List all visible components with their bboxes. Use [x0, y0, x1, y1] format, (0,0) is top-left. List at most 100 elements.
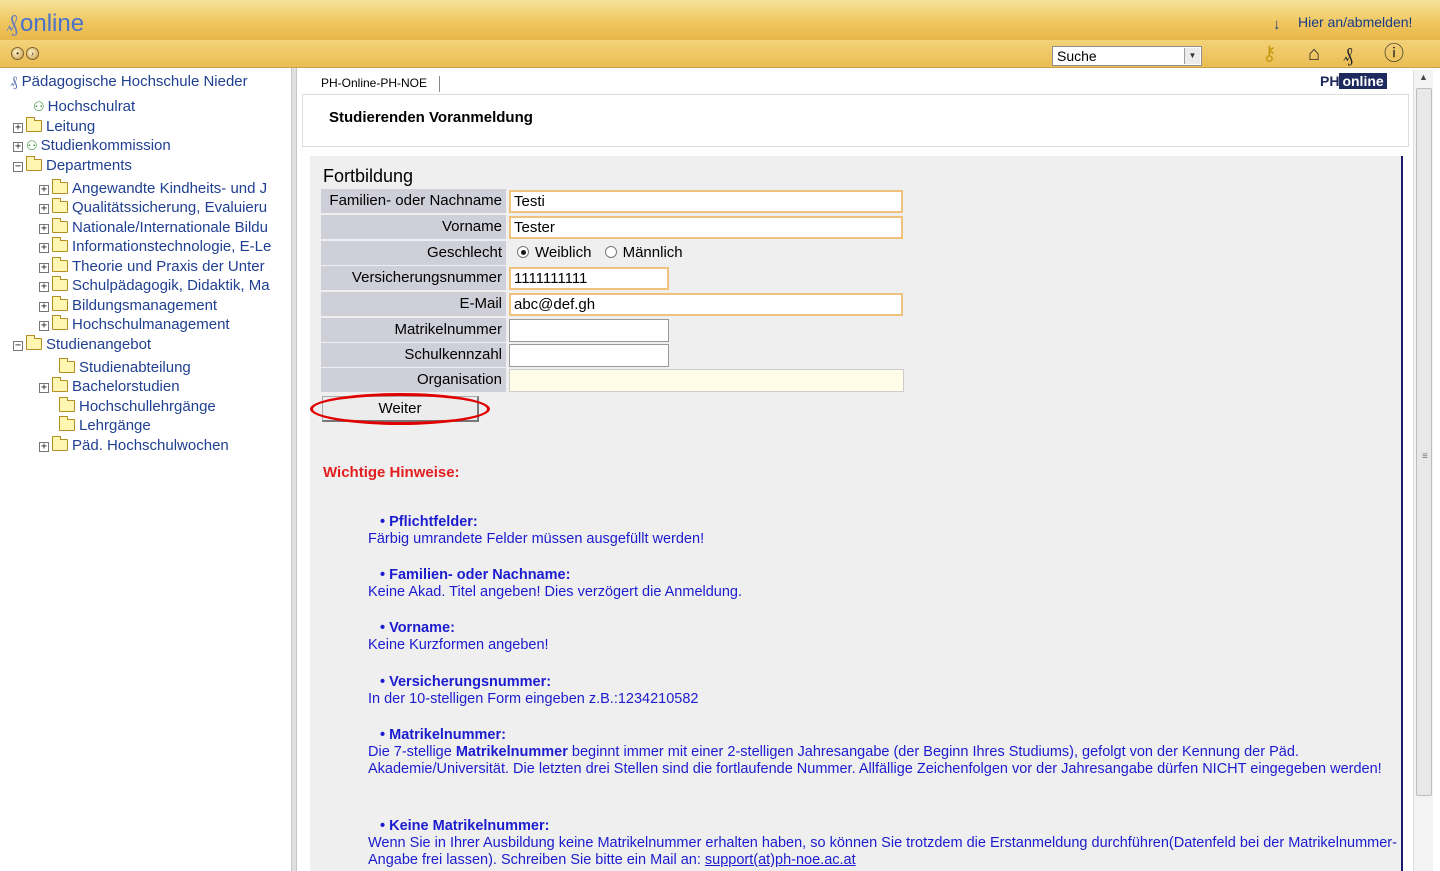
page-title: Studierenden Voranmeldung — [329, 109, 533, 126]
schulkennzahl-label: Schulkennzahl — [321, 343, 506, 367]
key-icon[interactable]: ⚷ — [1262, 43, 1277, 65]
logo-online-text: online — [1339, 73, 1387, 89]
sidebar-item-studienabteilung[interactable]: Studienabteilung — [59, 358, 191, 377]
note-title: Vorname: — [368, 620, 1398, 637]
note-text: Keine Akad. Titel angeben! Dies verzöger… — [368, 584, 743, 600]
folder-icon — [26, 156, 42, 171]
geschlecht-label: Geschlecht — [321, 241, 506, 265]
support-email-link[interactable]: support(at)ph-noe.ac.at — [705, 852, 856, 868]
app-logo[interactable]: ₰online — [6, 10, 84, 37]
sidebar-item-leitung[interactable]: + Leitung — [13, 117, 95, 136]
sidebar-item-label: Schulpädagogik, Didaktik, Ma — [72, 277, 270, 294]
vorname-field[interactable] — [509, 216, 903, 239]
expand-icon[interactable]: + — [13, 123, 23, 133]
people-icon: ⚇ — [26, 138, 38, 153]
people-icon: ⚇ — [33, 99, 45, 114]
expand-icon[interactable]: + — [39, 224, 49, 234]
weiblich-label[interactable]: Weiblich — [535, 244, 591, 261]
forward-icon[interactable]: › — [26, 47, 39, 60]
expand-icon[interactable]: + — [39, 383, 49, 393]
info-icon[interactable]: ⓘ — [1384, 43, 1404, 65]
folder-icon — [59, 416, 75, 431]
schulkennzahl-field[interactable] — [509, 344, 669, 367]
matrikel-field[interactable] — [509, 319, 669, 342]
email-label: E-Mail — [321, 292, 506, 316]
sidebar-item-studienangebot[interactable]: − Studienangebot — [13, 335, 151, 354]
expand-icon[interactable]: + — [39, 263, 49, 273]
folder-icon — [52, 198, 68, 213]
sidebar-item-it[interactable]: + Informationstechnologie, E-Le — [39, 237, 272, 256]
note-nachname: Familien- oder Nachname: Keine Akad. Tit… — [368, 567, 1398, 601]
sidebar-item-bildungsmanagement[interactable]: + Bildungsmanagement — [39, 296, 217, 315]
sidebar-root[interactable]: ₰ Pädagogische Hochschule Nieder — [10, 72, 248, 91]
sidebar-root-label: Pädagogische Hochschule Nieder — [21, 73, 248, 90]
expand-icon[interactable]: + — [39, 302, 49, 312]
login-link[interactable]: Hier an/abmelden! — [1298, 14, 1412, 30]
ph-icon[interactable]: ₰ — [1343, 43, 1353, 65]
arrow-down-icon: ↓ — [1273, 16, 1281, 33]
note-matrikel: Matrikelnummer: Die 7-stellige Matrikeln… — [368, 727, 1398, 778]
sidebar-item-kindheit[interactable]: + Angewandte Kindheits- und J — [39, 179, 267, 198]
expand-icon[interactable]: + — [39, 243, 49, 253]
folder-icon — [52, 436, 68, 451]
form-heading: Fortbildung — [323, 166, 414, 186]
toolbar: • › — [0, 40, 1440, 68]
note-keine-matrikel: Keine Matrikelnummer: Wenn Sie in Ihrer … — [368, 818, 1398, 869]
sidebar-item-qualitaet[interactable]: + Qualitätssicherung, Evaluieru — [39, 198, 268, 217]
expand-icon[interactable]: + — [39, 204, 49, 214]
expand-icon[interactable]: + — [39, 442, 49, 452]
expand-icon[interactable]: + — [39, 282, 49, 292]
expand-icon[interactable]: + — [13, 142, 23, 152]
top-bar: ₰online ↓ Hier an/abmelden! — [0, 0, 1440, 40]
note-vorname: Vorname: Keine Kurzformen angeben! — [368, 620, 1398, 654]
folder-icon — [52, 179, 68, 194]
nachname-field[interactable] — [509, 190, 903, 213]
email-field[interactable] — [509, 293, 903, 316]
note-pflichtfelder: Pflichtfelder: Färbig umrandete Felder m… — [368, 514, 1398, 548]
maennlich-label[interactable]: Männlich — [623, 244, 683, 261]
page-header: Studierenden Voranmeldung — [302, 94, 1409, 147]
search-select[interactable]: Suche ▼ — [1052, 46, 1202, 66]
breadcrumb[interactable]: PH-Online-PH-NOE — [321, 76, 441, 92]
sidebar-item-studienkommission[interactable]: + ⚇ Studienkommission — [13, 137, 171, 155]
expand-icon[interactable]: + — [39, 185, 49, 195]
folder-icon — [59, 397, 75, 412]
sidebar-item-label: Studienkommission — [40, 137, 171, 154]
sidebar-item-international[interactable]: + Nationale/Internationale Bildu — [39, 218, 268, 237]
back-icon[interactable]: • — [11, 47, 24, 60]
app-logo-text: online — [20, 10, 85, 37]
vertical-scrollbar[interactable]: ▲ ≡ — [1413, 70, 1433, 871]
sidebar-item-hochschulrat[interactable]: ⚇ Hochschulrat — [33, 98, 135, 116]
radio-maennlich[interactable] — [604, 246, 617, 258]
sidebar-item-hochschullehrgaenge[interactable]: Hochschullehrgänge — [59, 397, 216, 416]
sidebar-item-label: Hochschullehrgänge — [79, 398, 216, 415]
scrollbar-thumb[interactable]: ≡ — [1416, 88, 1432, 796]
sidebar-item-theorie[interactable]: + Theorie und Praxis der Unter — [39, 257, 265, 276]
sidebar-item-lehrgaenge[interactable]: Lehrgänge — [59, 416, 151, 435]
sidebar-item-label: Theorie und Praxis der Unter — [72, 258, 265, 275]
note-title: Matrikelnummer: — [368, 727, 1398, 744]
note-text-part: Wenn Sie in Ihrer Ausbildung keine Matri… — [368, 835, 1397, 868]
collapse-icon[interactable]: − — [13, 162, 23, 172]
scroll-up-icon[interactable]: ▲ — [1419, 72, 1428, 82]
sidebar-item-bachelorstudien[interactable]: + Bachelorstudien — [39, 377, 180, 396]
highlight-ellipse — [310, 393, 490, 425]
radio-weiblich[interactable] — [517, 246, 529, 258]
organisation-field[interactable] — [509, 369, 904, 392]
sidebar-item-label: Informationstechnologie, E-Le — [72, 238, 272, 255]
sidebar-item-schulpaedagogik[interactable]: + Schulpädagogik, Didaktik, Ma — [39, 276, 270, 295]
sidebar-item-hochschulmanagement[interactable]: + Hochschulmanagement — [39, 315, 230, 334]
versicherung-field[interactable] — [509, 267, 669, 290]
vorname-label: Vorname — [321, 215, 506, 239]
note-text: Wenn Sie in Ihrer Ausbildung keine Matri… — [368, 835, 1398, 869]
sidebar-item-departments[interactable]: − Departments — [13, 156, 132, 175]
home-icon[interactable]: ⌂ — [1308, 43, 1320, 65]
collapse-icon[interactable]: − — [13, 341, 23, 351]
expand-icon[interactable]: + — [39, 321, 49, 331]
note-title: Pflichtfelder: — [368, 514, 1398, 531]
ph-logo-icon: ₰ — [6, 9, 18, 37]
versicherung-label: Versicherungsnummer — [321, 266, 506, 290]
sidebar-item-hochschulwochen[interactable]: + Päd. Hochschulwochen — [39, 436, 229, 455]
grip-icon: ≡ — [1422, 451, 1428, 462]
sidebar-item-label: Qualitätssicherung, Evaluieru — [72, 199, 268, 216]
